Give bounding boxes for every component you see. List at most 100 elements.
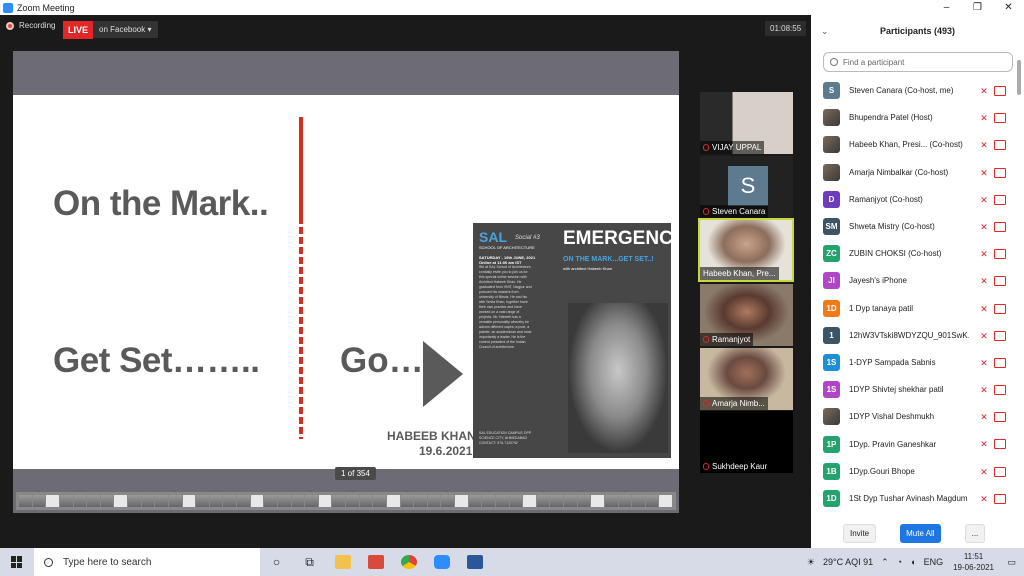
slide-thumbnail[interactable]: [441, 495, 454, 507]
task-view-icon[interactable]: ⧉: [293, 548, 326, 576]
slide-thumbnail[interactable]: [604, 495, 618, 507]
participant-row[interactable]: 1S 1-DYP Sampada Sabnis ✕: [811, 349, 1016, 376]
video-off-icon[interactable]: [994, 466, 1006, 477]
participant-row[interactable]: ZC ZUBIN CHOKSI (Co-host) ✕: [811, 240, 1016, 267]
language-indicator[interactable]: ENG: [924, 557, 944, 567]
invite-button[interactable]: Invite: [843, 524, 877, 543]
chrome-icon[interactable]: [392, 548, 425, 576]
video-off-icon[interactable]: [994, 249, 1006, 260]
slide-thumbnail[interactable]: [114, 495, 127, 507]
muted-mic-icon[interactable]: ✕: [978, 195, 990, 205]
muted-mic-icon[interactable]: ✕: [978, 140, 990, 150]
participant-row[interactable]: 1P 1Dyp. Pravin Ganeshkar ✕: [811, 430, 1016, 457]
participant-row[interactable]: Habeeb Khan, Presi... (Co-host) ✕: [811, 131, 1016, 158]
participant-row[interactable]: 1DYP Vishal Deshmukh ✕: [811, 403, 1016, 430]
slide-thumbnail[interactable]: [346, 495, 359, 507]
file-explorer-icon[interactable]: [326, 548, 359, 576]
slide-thumbnail[interactable]: [291, 495, 305, 507]
slide-thumbnail[interactable]: [128, 495, 141, 507]
slide-thumbnail[interactable]: [632, 495, 645, 507]
video-off-icon[interactable]: [994, 357, 1006, 368]
slide-thumbnail[interactable]: [400, 495, 414, 507]
more-options-button[interactable]: ...: [964, 524, 986, 543]
muted-mic-icon[interactable]: ✕: [978, 385, 990, 395]
slide-thumbnail[interactable]: [32, 495, 46, 507]
slide-thumbnail[interactable]: [305, 495, 318, 507]
muted-mic-icon[interactable]: ✕: [978, 276, 990, 286]
video-off-icon[interactable]: [994, 330, 1006, 341]
word-icon[interactable]: [458, 548, 491, 576]
muted-mic-icon[interactable]: ✕: [978, 358, 990, 368]
slide-thumbnail[interactable]: [196, 495, 209, 507]
participant-row[interactable]: Bhupendra Patel (Host) ✕: [811, 104, 1016, 131]
muted-mic-icon[interactable]: ✕: [978, 331, 990, 341]
cortana-icon[interactable]: ○: [260, 548, 293, 576]
slide-thumbnail-strip[interactable]: [16, 492, 676, 510]
slide-thumbnail[interactable]: [155, 495, 168, 507]
muted-mic-icon[interactable]: ✕: [978, 249, 990, 259]
video-off-icon[interactable]: [994, 385, 1006, 396]
slide-thumbnail[interactable]: [509, 495, 523, 507]
close-button[interactable]: ✕: [993, 0, 1024, 15]
muted-mic-icon[interactable]: ✕: [978, 86, 990, 96]
slide-thumbnail[interactable]: [550, 495, 563, 507]
minimize-button[interactable]: –: [931, 0, 962, 15]
video-off-icon[interactable]: [994, 140, 1006, 151]
video-tile-vijay-uppal[interactable]: VIJAY UPPAL: [700, 92, 793, 154]
slide-thumbnail[interactable]: [659, 495, 672, 507]
video-off-icon[interactable]: [994, 439, 1006, 450]
mute-all-button[interactable]: Mute All: [900, 524, 941, 543]
participant-row[interactable]: 1 12hW3VTski8WDYZQU_901SwK... ✕: [811, 322, 1016, 349]
slide-thumbnail[interactable]: [468, 495, 482, 507]
slide-thumbnail[interactable]: [168, 495, 182, 507]
slide-thumbnail[interactable]: [495, 495, 509, 507]
slide-thumbnail[interactable]: [182, 495, 196, 507]
participant-list-scrollbar[interactable]: [1017, 60, 1021, 95]
slide-thumbnail[interactable]: [332, 495, 345, 507]
clock[interactable]: 11:51 19-06-2021: [953, 551, 994, 573]
slide-thumbnail[interactable]: [264, 495, 277, 507]
participant-row[interactable]: 1S 1DYP Shivtej shekhar patil ✕: [811, 376, 1016, 403]
video-tile-sukhdeep-kaur[interactable]: Sukhdeep Kaur: [700, 411, 793, 473]
slide-thumbnail[interactable]: [523, 495, 536, 507]
participant-search-input[interactable]: Find a participant: [823, 52, 1013, 72]
slide-thumbnail[interactable]: [277, 495, 291, 507]
collapse-chevron-icon[interactable]: ⌄: [821, 15, 829, 47]
volume-icon[interactable]: ◖: [910, 557, 915, 567]
slide-thumbnail[interactable]: [482, 495, 495, 507]
video-off-icon[interactable]: [994, 493, 1006, 504]
video-off-icon[interactable]: [994, 221, 1006, 232]
windows-start-icon[interactable]: [11, 556, 23, 568]
muted-mic-icon[interactable]: ✕: [978, 494, 990, 504]
slide-thumbnail[interactable]: [223, 495, 236, 507]
muted-mic-icon[interactable]: ✕: [978, 467, 990, 477]
video-tile-ramanjyot[interactable]: Ramanjyot: [700, 284, 793, 346]
slide-thumbnail[interactable]: [414, 495, 427, 507]
video-tile-habeeb-khan-active[interactable]: Habeeb Khan, Pre...: [698, 218, 794, 282]
slide-thumbnail[interactable]: [209, 495, 223, 507]
slide-thumbnail[interactable]: [645, 495, 659, 507]
slide-thumbnail[interactable]: [618, 495, 632, 507]
participant-row[interactable]: JI Jayesh's iPhone ✕: [811, 267, 1016, 294]
participant-row[interactable]: 1D 1 Dyp tanaya patil ✕: [811, 295, 1016, 322]
video-off-icon[interactable]: [994, 113, 1006, 124]
slide-thumbnail[interactable]: [564, 495, 577, 507]
slide-thumbnail[interactable]: [591, 495, 604, 507]
participant-row[interactable]: Amarja Nimbalkar (Co-host) ✕: [811, 159, 1016, 186]
zoom-icon[interactable]: [425, 548, 458, 576]
participant-row[interactable]: 1D 1St Dyp Tushar Avinash Magdum ✕: [811, 485, 1016, 512]
slide-thumbnail[interactable]: [318, 495, 332, 507]
participant-row[interactable]: SM Shweta Mistry (Co-host) ✕: [811, 213, 1016, 240]
slide-thumbnail[interactable]: [73, 495, 87, 507]
muted-mic-icon[interactable]: ✕: [978, 113, 990, 123]
slide-thumbnail[interactable]: [250, 495, 264, 507]
participant-row[interactable]: S Steven Canara (Co-host, me) ✕: [811, 77, 1016, 104]
wifi-icon[interactable]: ◔: [897, 557, 902, 567]
video-off-icon[interactable]: [994, 194, 1006, 205]
recording-indicator[interactable]: Recording: [6, 21, 55, 30]
weather-text[interactable]: 29°C AQI 91: [823, 557, 873, 567]
live-platform-dropdown[interactable]: on Facebook ▾: [93, 21, 158, 38]
slide-thumbnail[interactable]: [87, 495, 100, 507]
video-tile-amarja-nimbalkar[interactable]: Amarja Nimb...: [700, 348, 793, 410]
muted-mic-icon[interactable]: ✕: [978, 304, 990, 314]
